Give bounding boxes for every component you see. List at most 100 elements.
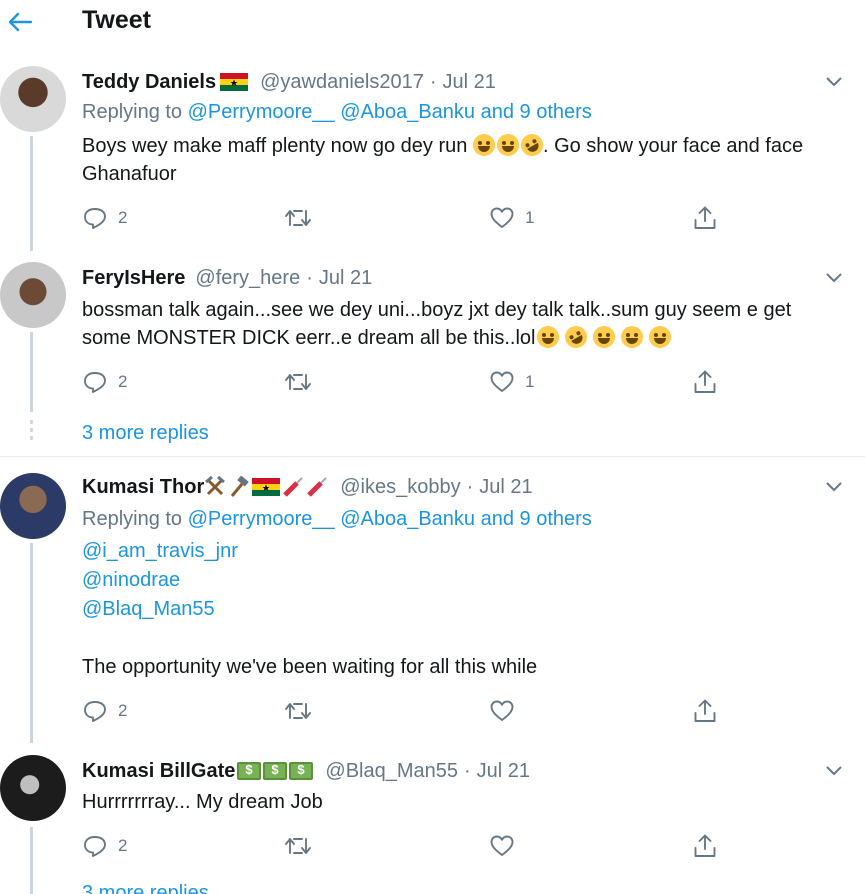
share-button[interactable]: [692, 830, 718, 862]
name-emojis: [220, 73, 249, 91]
name-emojis: [237, 762, 314, 780]
retweet-icon: [285, 210, 311, 226]
share-icon: [694, 370, 716, 393]
tweet-card[interactable]: FeryIsHere @fery_here · Jul 21 bossman t…: [0, 260, 865, 412]
tweet-date[interactable]: Jul 21: [319, 267, 372, 290]
reply-button[interactable]: 2: [82, 830, 127, 862]
tweet-date[interactable]: Jul 21: [477, 760, 530, 783]
hammer-pick-icon: [205, 476, 226, 496]
tweet-menu-button[interactable]: [820, 473, 848, 501]
user-handle[interactable]: @fery_here: [195, 267, 300, 290]
display-name[interactable]: Kumasi Thor: [82, 476, 204, 499]
avatar[interactable]: [0, 66, 66, 132]
ghana-flag-icon: [220, 73, 249, 91]
thread-dots: [30, 420, 33, 444]
dollar-banknote-icon: [237, 762, 262, 780]
tweet-card[interactable]: Kumasi Thor @ikes_kobby · Jul 21 Replyin…: [0, 471, 865, 743]
mention-link[interactable]: @ninodrae: [82, 569, 180, 592]
dollar-banknote-icon: [263, 762, 288, 780]
reply-button[interactable]: 2: [82, 695, 127, 727]
heart-icon: [490, 700, 514, 721]
tweet-text-main: bossman talk again...see we dey uni...bo…: [82, 299, 792, 349]
retweet-button[interactable]: [284, 202, 312, 234]
tweet-date[interactable]: Jul 21: [479, 476, 532, 499]
heart-icon: [490, 835, 514, 856]
share-button[interactable]: [692, 366, 718, 398]
like-button[interactable]: 1: [489, 202, 534, 234]
header: Tweet: [0, 0, 865, 46]
user-handle[interactable]: @Blaq_Man55: [325, 760, 458, 783]
avatar[interactable]: [0, 262, 66, 328]
tweet-text: Hurrrrrrray... My dream Job: [82, 791, 323, 813]
chevron-down-icon: [826, 766, 842, 776]
retweet-button[interactable]: [284, 366, 312, 398]
display-name[interactable]: Teddy Daniels: [82, 71, 216, 94]
mention-link[interactable]: @Blaq_Man55: [82, 598, 215, 621]
thread-line: [30, 332, 33, 412]
chevron-down-icon: [826, 273, 842, 283]
like-count: 1: [525, 208, 535, 227]
tweet-menu-button[interactable]: [820, 757, 848, 785]
like-count: 1: [525, 372, 535, 391]
retweet-button[interactable]: [284, 830, 312, 862]
reply-count: 2: [118, 836, 128, 855]
display-name[interactable]: FeryIsHere: [82, 267, 185, 290]
replying-to-users[interactable]: @Perrymoore__ @Aboa_Banku and 9 others: [188, 508, 592, 530]
tweet-header: FeryIsHere @fery_here · Jul 21: [82, 264, 372, 292]
joy-emoji-icon: [496, 134, 519, 156]
more-replies-link[interactable]: 3 more replies: [82, 422, 209, 445]
share-button[interactable]: [692, 202, 718, 234]
tweet-text: The opportunity we've been waiting for a…: [82, 656, 538, 678]
heart-icon: [490, 371, 514, 392]
reply-count: 2: [118, 208, 128, 227]
page-title: Tweet: [82, 6, 151, 34]
reply-icon: [84, 836, 106, 857]
replying-to: Replying to @Perrymoore__ @Aboa_Banku an…: [82, 508, 592, 531]
joy-emoji-icon: [537, 326, 560, 348]
display-name[interactable]: Kumasi BillGate: [82, 760, 235, 783]
replying-to-label: Replying to: [82, 101, 183, 123]
retweet-icon: [285, 703, 311, 719]
tweet-card[interactable]: Teddy Daniels @yawdaniels2017 · Jul 21 R…: [0, 64, 865, 251]
tweet-actions: 2 1: [82, 366, 732, 398]
chevron-down-icon: [826, 482, 842, 492]
separator-dot: ·: [466, 475, 474, 498]
reply-count: 2: [118, 701, 128, 720]
ghana-flag-icon: [252, 478, 281, 496]
share-icon: [694, 834, 716, 857]
replying-to-users[interactable]: @Perrymoore__ @Aboa_Banku and 9 others: [188, 101, 592, 123]
tweet-actions: 2: [82, 695, 732, 727]
joy-emoji-icon: [593, 326, 616, 348]
share-icon: [694, 699, 716, 722]
thread-line: [30, 543, 33, 743]
mention-link[interactable]: @i_am_travis_jnr: [82, 540, 238, 563]
reply-button[interactable]: 2: [82, 366, 127, 398]
tweet-date[interactable]: Jul 21: [443, 71, 496, 94]
more-replies-link[interactable]: 3 more replies: [82, 882, 209, 894]
user-handle[interactable]: @yawdaniels2017: [260, 71, 424, 94]
back-button[interactable]: [4, 6, 36, 38]
tweet-menu-button[interactable]: [820, 68, 848, 96]
retweet-icon: [285, 374, 311, 390]
tweet-menu-button[interactable]: [820, 264, 848, 292]
reply-button[interactable]: 2: [82, 202, 127, 234]
share-icon: [694, 206, 716, 229]
tweet-header: Kumasi BillGate @Blaq_Man55 · Jul 21: [82, 757, 530, 785]
tweet-header: Teddy Daniels @yawdaniels2017 · Jul 21: [82, 68, 496, 96]
joy-emoji-icon: [621, 326, 644, 348]
syringe-icon: [307, 477, 327, 497]
divider: [0, 456, 865, 457]
retweet-button[interactable]: [284, 695, 312, 727]
like-button[interactable]: 1: [489, 366, 534, 398]
tweet-actions: 2 1: [82, 202, 732, 234]
joy-emoji-icon: [649, 326, 672, 348]
like-button[interactable]: [489, 695, 515, 727]
user-handle[interactable]: @ikes_kobby: [340, 476, 460, 499]
tweet-actions: 2: [82, 830, 732, 862]
arrow-left-icon: [8, 12, 33, 32]
avatar[interactable]: [0, 755, 66, 821]
share-button[interactable]: [692, 695, 718, 727]
avatar[interactable]: [0, 473, 66, 539]
like-button[interactable]: [489, 830, 515, 862]
tweet-card[interactable]: Kumasi BillGate @Blaq_Man55 · Jul 21 Hur…: [0, 755, 865, 894]
